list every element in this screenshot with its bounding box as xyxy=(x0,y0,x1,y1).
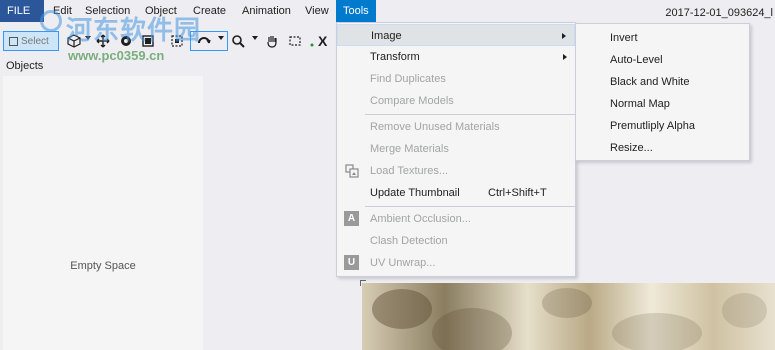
submenu-item-normal-map[interactable]: Normal Map xyxy=(576,93,749,115)
menu-item-uv-unwrap[interactable]: U UV Unwrap... xyxy=(337,252,575,274)
menu-separator xyxy=(365,206,575,207)
menu-file[interactable]: FILE xyxy=(0,0,44,22)
menu-separator xyxy=(365,114,575,115)
menu-item-compare-models[interactable]: Compare Models xyxy=(337,90,575,112)
menu-item-clash-detection[interactable]: Clash Detection xyxy=(337,230,575,252)
menu-item-label: Clash Detection xyxy=(370,235,448,247)
objects-panel-title: Objects xyxy=(6,60,44,72)
watermark-url: www.pc0359.cn xyxy=(68,48,165,63)
submenu-item-resize[interactable]: Resize... xyxy=(576,137,749,159)
select-label: Select xyxy=(21,35,49,47)
viewport-image[interactable] xyxy=(362,283,775,350)
menu-item-transform[interactable]: Transform xyxy=(337,46,575,68)
menu-item-label: Image xyxy=(371,30,402,42)
menu-item-label: Compare Models xyxy=(370,95,454,107)
chevron-down-icon[interactable] xyxy=(252,36,258,40)
menu-item-label: Load Textures... xyxy=(370,165,449,177)
menu-item-image[interactable]: Image xyxy=(337,24,575,46)
ambient-occlusion-icon: A xyxy=(344,211,359,226)
zoom-box-icon[interactable] xyxy=(287,33,303,49)
menu-tools[interactable]: Tools xyxy=(336,0,376,22)
watermark-title: 河东软件园 xyxy=(66,16,202,46)
objects-panel[interactable]: Empty Space xyxy=(3,76,203,350)
tools-menu: Image Transform Find Duplicates Compare … xyxy=(336,22,576,277)
dot-separator-icon xyxy=(309,42,315,48)
zoom-icon[interactable] xyxy=(230,33,246,49)
menu-item-remove-unused-materials[interactable]: Remove Unused Materials xyxy=(337,116,575,138)
submenu-item-black-and-white[interactable]: Black and White xyxy=(576,71,749,93)
pan-hand-icon[interactable] xyxy=(264,33,280,49)
menu-view[interactable]: View xyxy=(298,0,336,22)
submenu-item-premultiply-alpha[interactable]: Premutliply Alpha xyxy=(576,115,749,137)
menu-item-label: Merge Materials xyxy=(370,143,449,155)
menu-item-update-thumbnail[interactable]: Update Thumbnail Ctrl+Shift+T xyxy=(337,182,575,204)
empty-space-text: Empty Space xyxy=(70,260,136,272)
chevron-right-icon xyxy=(563,54,567,60)
chevron-down-icon[interactable] xyxy=(218,36,224,40)
menu-item-ambient-occlusion[interactable]: A Ambient Occlusion... xyxy=(337,208,575,230)
menu-item-load-textures[interactable]: Load Textures... xyxy=(337,160,575,182)
menu-item-label: Remove Unused Materials xyxy=(370,121,500,133)
uv-unwrap-icon: U xyxy=(344,255,359,270)
load-textures-icon xyxy=(344,163,359,178)
select-button[interactable]: Select xyxy=(3,31,59,51)
menu-item-find-duplicates[interactable]: Find Duplicates xyxy=(337,68,575,90)
menu-item-label: UV Unwrap... xyxy=(370,257,436,269)
submenu-item-auto-level[interactable]: Auto-Level xyxy=(576,49,749,71)
watermark-logo xyxy=(40,10,62,32)
menu-item-label: Transform xyxy=(370,51,420,63)
menu-item-label: Ambient Occlusion... xyxy=(370,213,471,225)
submenu-item-invert[interactable]: Invert xyxy=(576,27,749,49)
menu-item-label: Find Duplicates xyxy=(370,73,446,85)
menu-item-shortcut: Ctrl+Shift+T xyxy=(488,187,547,199)
image-submenu: Invert Auto-Level Black and White Normal… xyxy=(575,23,750,161)
document-title: 2017-12-01_093624_l xyxy=(665,7,773,19)
menu-animation[interactable]: Animation xyxy=(235,0,298,22)
menu-item-merge-materials[interactable]: Merge Materials xyxy=(337,138,575,160)
chevron-right-icon xyxy=(562,33,566,39)
menu-item-label: Update Thumbnail xyxy=(370,187,460,199)
select-icon xyxy=(9,36,18,46)
close-icon[interactable]: X xyxy=(318,33,327,49)
